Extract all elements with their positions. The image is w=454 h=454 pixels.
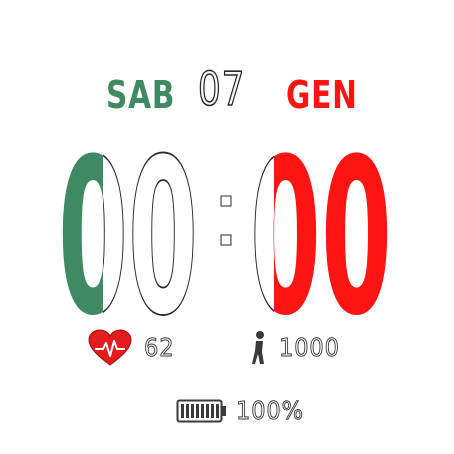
battery-bar [216, 404, 219, 418]
battery-value: 100% [236, 396, 304, 426]
steps-value: 1000 [279, 333, 340, 363]
heart-rate-value: 62 [144, 333, 175, 363]
time-hours: 00 00 [58, 120, 199, 320]
battery-bar [191, 404, 194, 418]
battery-bar [186, 404, 189, 418]
battery-icon [176, 399, 226, 423]
battery-bar [201, 404, 204, 418]
battery-bar [211, 404, 214, 418]
time-display: 00 00 00 00 [58, 120, 392, 320]
time-minutes: 00 00 [249, 120, 392, 320]
battery-bar [196, 404, 199, 418]
watch-face: SAB 07 GEN 00 00 00 00 62 1000 100% [0, 0, 454, 454]
battery-bar [181, 404, 184, 418]
steps-icon [252, 331, 264, 364]
time-colon [220, 195, 232, 246]
battery-bar [206, 404, 209, 418]
heart-icon [88, 329, 132, 366]
